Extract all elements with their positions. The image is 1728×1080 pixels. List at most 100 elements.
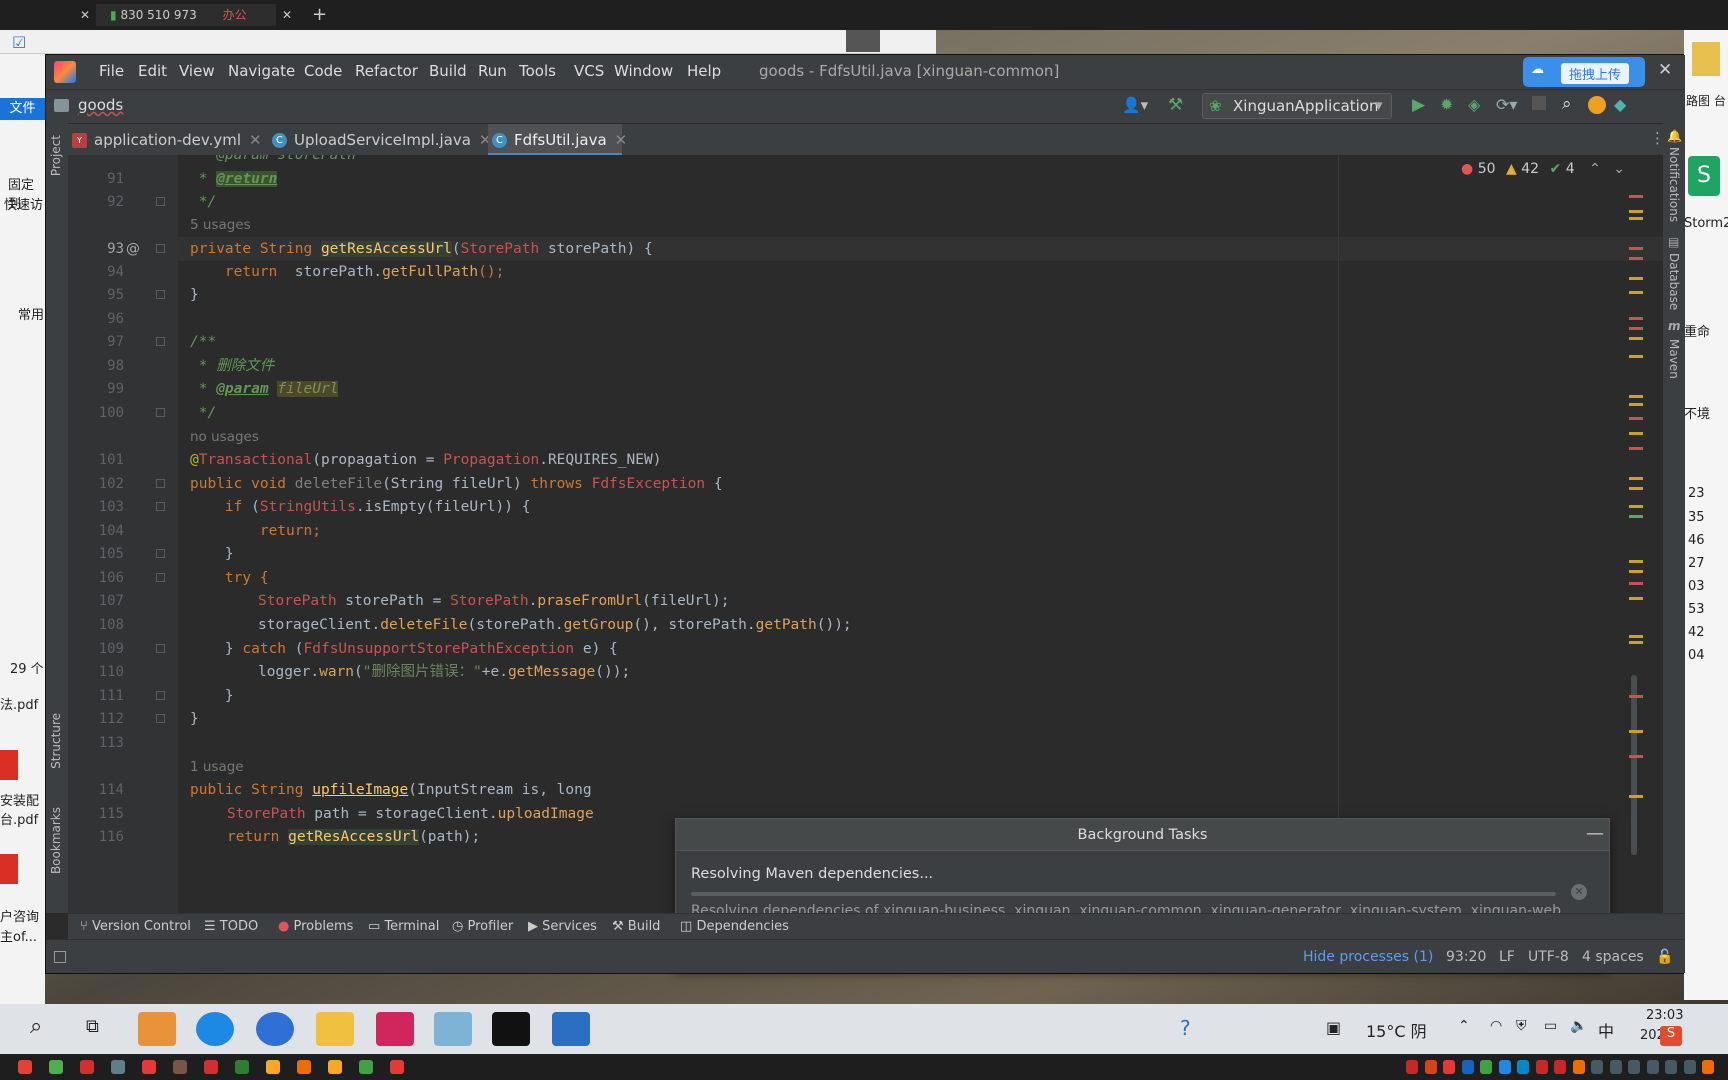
minimize-icon[interactable]: — [1586,823,1604,844]
run-config-select[interactable]: ❀ XinguanApplication ▾ [1202,93,1392,119]
inspection-widget[interactable]: ● 50 ▲ 42 ✔ 4 ⌃ ⌄ [1461,161,1625,177]
quick-launch-icon[interactable] [80,1060,94,1074]
hide-processes-link[interactable]: Hide processes (1) [1303,949,1433,965]
maven-tool-tab[interactable]: Maven [1667,339,1681,379]
file-name[interactable]: 安装配 [0,790,39,809]
error-stripe-mark[interactable] [1629,210,1643,213]
run-icon[interactable]: ▶ [1412,95,1425,115]
lock-icon[interactable]: 🔓 [1656,949,1673,965]
indent-setting[interactable]: 4 spaces [1582,949,1644,965]
error-stripe-mark[interactable] [1629,447,1643,450]
close-icon[interactable]: ✕ [80,4,90,26]
tray-icon[interactable] [1406,1060,1418,1074]
tab-application-dev[interactable]: Y application-dev.yml ✕ [68,124,266,156]
usage-hint[interactable]: no usages [190,425,259,449]
error-stripe-mark[interactable] [1629,635,1643,638]
update-icon[interactable] [1588,96,1606,114]
task-view-icon[interactable]: ⧉ [86,1016,99,1037]
notes-app-icon[interactable] [434,1012,472,1046]
usage-hint[interactable]: 1 usage [190,755,244,779]
error-stripe-mark[interactable] [1629,417,1643,420]
quick-launch-icon[interactable] [204,1060,218,1074]
menu-help[interactable]: Help [687,62,721,80]
line-separator[interactable]: LF [1499,949,1515,965]
tray-icon[interactable] [1683,1060,1696,1074]
scroll-thumb[interactable] [1631,675,1637,855]
menu-window[interactable]: Window [614,62,673,80]
fold-marker-icon[interactable] [156,197,165,206]
structure-tool-tab[interactable]: Structure [49,713,63,769]
remote-app-icon[interactable] [256,1012,294,1046]
bell-icon[interactable]: 🔔 [1667,129,1682,143]
services-tab[interactable]: ▶ Services [528,919,597,934]
search-icon[interactable]: ⌕ [30,1014,42,1039]
quick-launch-icon[interactable] [18,1060,32,1074]
wechat-app-icon[interactable] [138,1012,176,1046]
problems-tab[interactable]: ● Problems [278,919,353,934]
error-stripe-mark[interactable] [1629,317,1643,320]
error-stripe-mark[interactable] [1629,355,1643,358]
quick-launch-icon[interactable] [328,1060,342,1074]
layout-icon[interactable] [54,951,66,963]
error-stripe-mark[interactable] [1629,641,1643,644]
project-name[interactable]: goods [78,96,123,114]
error-stripe-mark[interactable] [1629,277,1643,280]
database-tool-tab[interactable]: Database [1667,253,1681,310]
error-stripe-mark[interactable] [1629,570,1643,573]
error-stripe-mark[interactable] [1629,195,1643,198]
tray-icon[interactable] [1535,1060,1548,1074]
tray-icon[interactable] [1480,1060,1492,1074]
caret-position[interactable]: 93:20 [1446,949,1486,965]
version-control-tab[interactable]: ⑂ Version Control [80,919,191,934]
error-stripe-mark[interactable] [1629,395,1643,398]
intellij-app-icon[interactable] [376,1012,414,1046]
tray-icon[interactable] [1646,1060,1659,1074]
coverage-icon[interactable]: ◈ [1468,95,1480,114]
tray-icon[interactable] [1443,1060,1455,1074]
fold-marker-icon[interactable] [156,408,165,417]
user-icon[interactable]: 👤▾ [1122,96,1148,114]
fold-marker-icon[interactable] [156,714,165,723]
fold-marker-icon[interactable] [156,502,165,511]
menu-view[interactable]: View [179,62,215,80]
tray-icon[interactable] [1498,1060,1511,1074]
error-stripe-scrollbar[interactable] [1623,155,1645,913]
quick-launch-icon[interactable] [390,1060,404,1074]
error-stripe-mark[interactable] [1629,515,1643,518]
menu-edit[interactable]: Edit [138,62,167,80]
quick-launch-icon[interactable] [111,1060,125,1074]
error-stripe-mark[interactable] [1629,327,1643,330]
bookmarks-tool-tab[interactable]: Bookmarks [49,807,63,874]
project-tool-tab[interactable]: Project [49,135,63,176]
usage-hint[interactable]: 5 usages [190,213,251,237]
close-icon[interactable]: ✕ [282,4,292,26]
error-stripe-mark[interactable] [1629,505,1643,508]
clock-time[interactable]: 23:03 [1646,1008,1683,1023]
error-stripe-mark[interactable] [1629,291,1643,294]
fold-marker-icon[interactable] [156,479,165,488]
menu-build[interactable]: Build [429,62,467,80]
menu-vcs[interactable]: VCS [574,62,604,80]
fold-marker-icon[interactable] [156,691,165,700]
new-tab-icon[interactable]: + [312,4,327,26]
tab-fdfsutil[interactable]: C FdfsUtil.java ✕ [488,124,627,156]
fold-marker-icon[interactable] [156,290,165,299]
file-menu[interactable]: 文件 [0,98,45,120]
fold-marker-icon[interactable] [156,549,165,558]
tray-icon[interactable] [1572,1060,1585,1074]
file-name[interactable]: 户咨询 [0,906,39,925]
tray-icon[interactable] [1702,1060,1714,1074]
fold-marker-icon[interactable] [156,573,165,582]
error-stripe-mark[interactable] [1629,477,1643,480]
close-icon[interactable]: ✕ [615,131,628,149]
menu-refactor[interactable]: Refactor [355,62,418,80]
fold-marker-icon[interactable] [156,337,165,346]
error-stripe-mark[interactable] [1629,257,1643,260]
quick-launch-icon[interactable] [142,1060,156,1074]
menu-navigate[interactable]: Navigate [228,62,295,80]
webstorm-app-icon[interactable] [552,1012,590,1046]
error-stripe-mark[interactable] [1629,582,1643,585]
error-stripe-mark[interactable] [1629,695,1643,698]
code-editor[interactable]: * @param storePath * @return */ 5 usages… [178,155,1663,913]
ime-indicator[interactable]: 中 [1598,1018,1614,1042]
